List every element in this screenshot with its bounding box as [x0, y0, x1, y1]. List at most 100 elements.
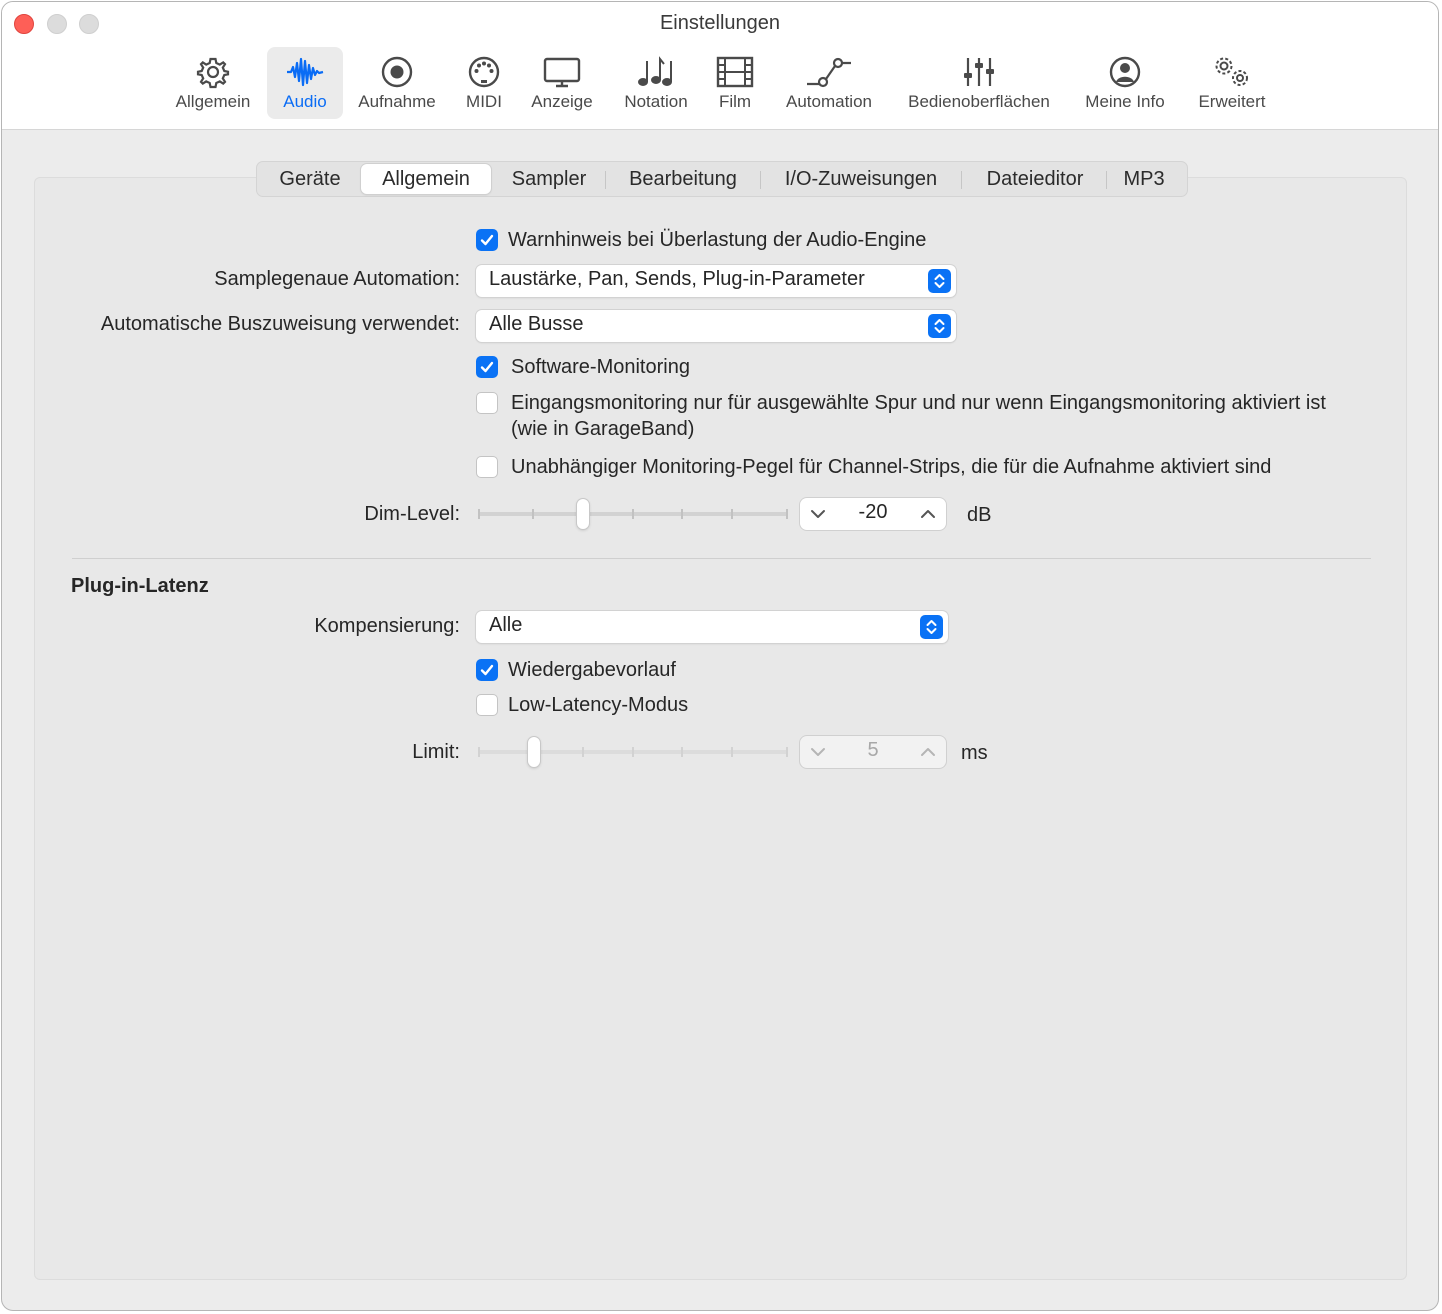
toolbar-label-anzeige: Anzeige — [531, 92, 593, 111]
toolbar-label-automation: Automation — [786, 92, 872, 111]
record-icon — [381, 56, 413, 88]
low-latency-checkbox[interactable] — [476, 694, 498, 716]
slider-tick — [632, 747, 634, 757]
slider-tick — [681, 747, 683, 757]
tab-bar: Geräte Allgemein Sampler Bearbeitung I/O… — [256, 161, 1188, 197]
tab-separator — [961, 171, 962, 189]
toolbar-label-meine-info: Meine Info — [1085, 92, 1165, 111]
popup-arrows-icon — [928, 314, 951, 338]
checkmark-icon — [480, 664, 494, 676]
display-icon — [543, 57, 581, 88]
toolbar-label-aufnahme: Aufnahme — [358, 92, 436, 111]
tab-sampler[interactable]: Sampler — [495, 164, 603, 194]
popup-arrows-icon — [928, 269, 951, 293]
tab-geraete[interactable]: Geräte — [261, 164, 359, 194]
checkmark-icon — [480, 361, 494, 373]
waveform-icon — [287, 57, 324, 87]
toolbar-label-notation: Notation — [624, 92, 688, 111]
tab-separator — [760, 171, 761, 189]
toolbar-item-film[interactable]: Film — [707, 47, 763, 119]
limit-unit: ms — [961, 742, 988, 764]
tab-allgemein[interactable]: Allgemein — [361, 164, 491, 194]
input-monitoring-label-line2: (wie in GarageBand) — [511, 418, 695, 440]
toolbar-item-erweitert[interactable]: Erweitert — [1187, 47, 1277, 119]
settings-window: Einstellungen Allgemein Audio Aufnahme M… — [1, 1, 1439, 1311]
tab-io-zuweisungen[interactable]: I/O-Zuweisungen — [763, 164, 959, 194]
toolbar-item-notation[interactable]: Notation — [613, 47, 699, 119]
gear-icon — [196, 57, 230, 89]
software-monitoring-checkbox[interactable] — [476, 356, 498, 378]
slider-tick — [731, 747, 733, 757]
toolbar-item-automation[interactable]: Automation — [774, 47, 884, 119]
tab-separator — [605, 171, 606, 189]
slider-tick — [478, 747, 480, 757]
dim-level-unit: dB — [967, 504, 992, 526]
independent-level-checkbox[interactable] — [476, 456, 498, 478]
toolbar-label-bedienoberflaechen: Bedienoberflächen — [908, 92, 1050, 111]
titlebar: Einstellungen Allgemein Audio Aufnahme M… — [2, 2, 1438, 130]
toolbar-item-bedienoberflaechen[interactable]: Bedienoberflächen — [895, 47, 1063, 119]
popup-arrows-icon — [920, 615, 943, 639]
auto-bus-label: Automatische Buszuweisung verwendet: — [100, 313, 460, 335]
slider-tick — [731, 509, 733, 519]
slider-tick — [632, 509, 634, 519]
chevron-up-icon[interactable] — [920, 746, 936, 758]
slider-tick — [786, 509, 788, 519]
software-monitoring-label: Software-Monitoring — [511, 356, 690, 378]
sample-accurate-value: Laustärke, Pan, Sends, Plug-in-Parameter — [489, 268, 865, 290]
music-notes-icon — [638, 56, 672, 86]
midi-connector-icon — [468, 56, 500, 88]
compensation-label: Kompensierung: — [314, 615, 460, 637]
tab-separator — [1106, 171, 1107, 189]
person-icon — [1109, 56, 1141, 88]
toolbar-item-audio[interactable]: Audio — [267, 47, 343, 119]
toolbar-label-audio: Audio — [283, 92, 327, 111]
low-latency-label: Low-Latency-Modus — [508, 694, 689, 716]
plugin-latency-heading: Plug-in-Latenz — [71, 575, 209, 597]
overload-warning-label: Warnhinweis bei Überlastung der Audio-En… — [508, 229, 927, 251]
toolbar-label-erweitert: Erweitert — [1198, 92, 1266, 111]
toolbar-item-midi[interactable]: MIDI — [454, 47, 514, 119]
tab-dateieditor[interactable]: Dateieditor — [965, 164, 1105, 194]
playback-preroll-checkbox[interactable] — [476, 659, 498, 681]
dim-level-label: Dim-Level: — [364, 503, 460, 525]
faders-icon — [964, 58, 994, 86]
toolbar-item-allgemein[interactable]: Allgemein — [168, 47, 258, 119]
section-divider — [72, 558, 1371, 559]
slider-tick — [582, 747, 584, 757]
auto-bus-popup[interactable]: Alle Busse — [476, 310, 956, 342]
toolbar-item-meine-info[interactable]: Meine Info — [1075, 47, 1175, 119]
limit-label: Limit: — [412, 741, 460, 763]
tab-bearbeitung[interactable]: Bearbeitung — [609, 164, 757, 194]
gears-icon — [1215, 57, 1248, 86]
limit-stepper[interactable]: 5 — [800, 736, 946, 768]
limit-slider-knob[interactable] — [528, 737, 540, 767]
slider-tick — [786, 747, 788, 757]
toolbar-item-anzeige[interactable]: Anzeige — [522, 47, 602, 119]
tab-mp3[interactable]: MP3 — [1109, 164, 1179, 194]
dim-level-stepper[interactable]: -20 — [800, 498, 946, 530]
chevron-up-icon[interactable] — [920, 508, 936, 520]
input-monitoring-checkbox[interactable] — [476, 392, 498, 414]
sample-accurate-label: Samplegenaue Automation: — [214, 268, 460, 290]
input-monitoring-label-line1: Eingangsmonitoring nur für ausgewählte S… — [511, 392, 1326, 414]
overload-warning-checkbox[interactable] — [476, 229, 498, 251]
independent-level-label: Unabhängiger Monitoring-Pegel für Channe… — [511, 456, 1272, 478]
playback-preroll-label: Wiedergabevorlauf — [508, 659, 676, 681]
compensation-value: Alle — [489, 614, 523, 636]
sample-accurate-popup[interactable]: Laustärke, Pan, Sends, Plug-in-Parameter — [476, 265, 956, 297]
checkmark-icon — [480, 234, 494, 246]
auto-bus-value: Alle Busse — [489, 313, 584, 335]
toolbar-label-film: Film — [718, 92, 752, 111]
automation-curve-icon — [807, 57, 851, 88]
slider-tick — [532, 509, 534, 519]
window-title: Einstellungen — [659, 12, 781, 34]
film-icon — [716, 56, 754, 88]
toolbar-label-midi: MIDI — [466, 92, 502, 111]
compensation-popup[interactable]: Alle — [476, 611, 948, 643]
dim-level-slider-knob[interactable] — [577, 499, 589, 529]
content-panel — [34, 177, 1407, 1280]
toolbar-item-aufnahme[interactable]: Aufnahme — [352, 47, 442, 119]
slider-tick — [478, 509, 480, 519]
slider-tick — [681, 509, 683, 519]
